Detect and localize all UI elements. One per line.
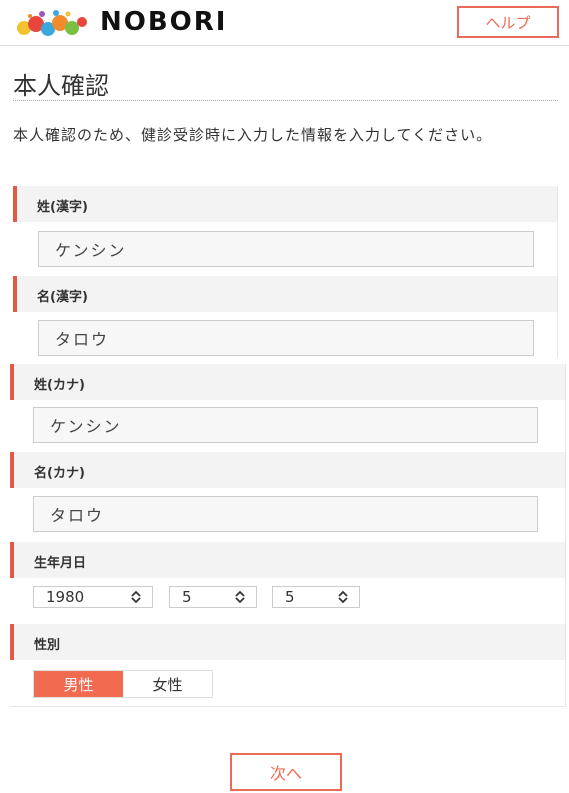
select-chevron-icon: [235, 590, 245, 604]
last-name-kana-input[interactable]: ケンシン: [33, 407, 538, 443]
intro-text: 本人確認のため、健診受診時に入力した情報を入力してください。: [13, 126, 493, 144]
last-name-kana-label-row: 姓(カナ): [10, 364, 565, 400]
title-divider: [13, 100, 558, 101]
last-name-kanji-label-row: 姓(漢字): [13, 186, 557, 222]
gender-toggle: 男性 女性: [33, 670, 213, 698]
first-name-kana-label-row: 名(カナ): [10, 452, 565, 488]
first-name-kanji-label: 名(漢字): [37, 290, 88, 305]
next-button[interactable]: 次へ: [230, 753, 342, 791]
page-title: 本人確認: [13, 72, 109, 100]
birthdate-label-row: 生年月日: [10, 542, 565, 578]
brand-name: NOBORI: [100, 7, 228, 37]
app-header: NOBORI ヘルプ: [0, 0, 569, 46]
first-name-kana-input[interactable]: タロウ: [33, 496, 538, 532]
name-kanji-section: 姓(漢字) ケンシン 名(漢字) タロウ: [13, 186, 558, 358]
details-section: 姓(カナ) ケンシン 名(カナ) タロウ 生年月日 1980 5 5 性別 男性…: [10, 364, 566, 707]
last-name-kanji-label: 姓(漢字): [37, 200, 88, 215]
first-name-kanji-label-row: 名(漢字): [13, 276, 557, 312]
nobori-logo-icon: [17, 10, 87, 36]
last-name-kanji-input[interactable]: ケンシン: [38, 231, 534, 267]
first-name-kana-label: 名(カナ): [34, 466, 85, 481]
select-chevron-icon: [338, 590, 348, 604]
birth-month-value: 5: [182, 588, 192, 606]
gender-male-option[interactable]: 男性: [34, 671, 123, 697]
birth-year-value: 1980: [46, 588, 85, 606]
birth-day-select[interactable]: 5: [272, 586, 360, 608]
help-button[interactable]: ヘルプ: [457, 6, 559, 38]
birth-year-select[interactable]: 1980: [33, 586, 153, 608]
gender-label-row: 性別: [10, 624, 565, 660]
last-name-kana-label: 姓(カナ): [34, 378, 85, 393]
gender-female-option[interactable]: 女性: [123, 671, 212, 697]
birth-month-select[interactable]: 5: [169, 586, 257, 608]
first-name-kanji-input[interactable]: タロウ: [38, 320, 534, 356]
birth-day-value: 5: [285, 588, 295, 606]
gender-label: 性別: [34, 638, 61, 653]
birthdate-label: 生年月日: [34, 556, 87, 571]
select-chevron-icon: [131, 590, 141, 604]
